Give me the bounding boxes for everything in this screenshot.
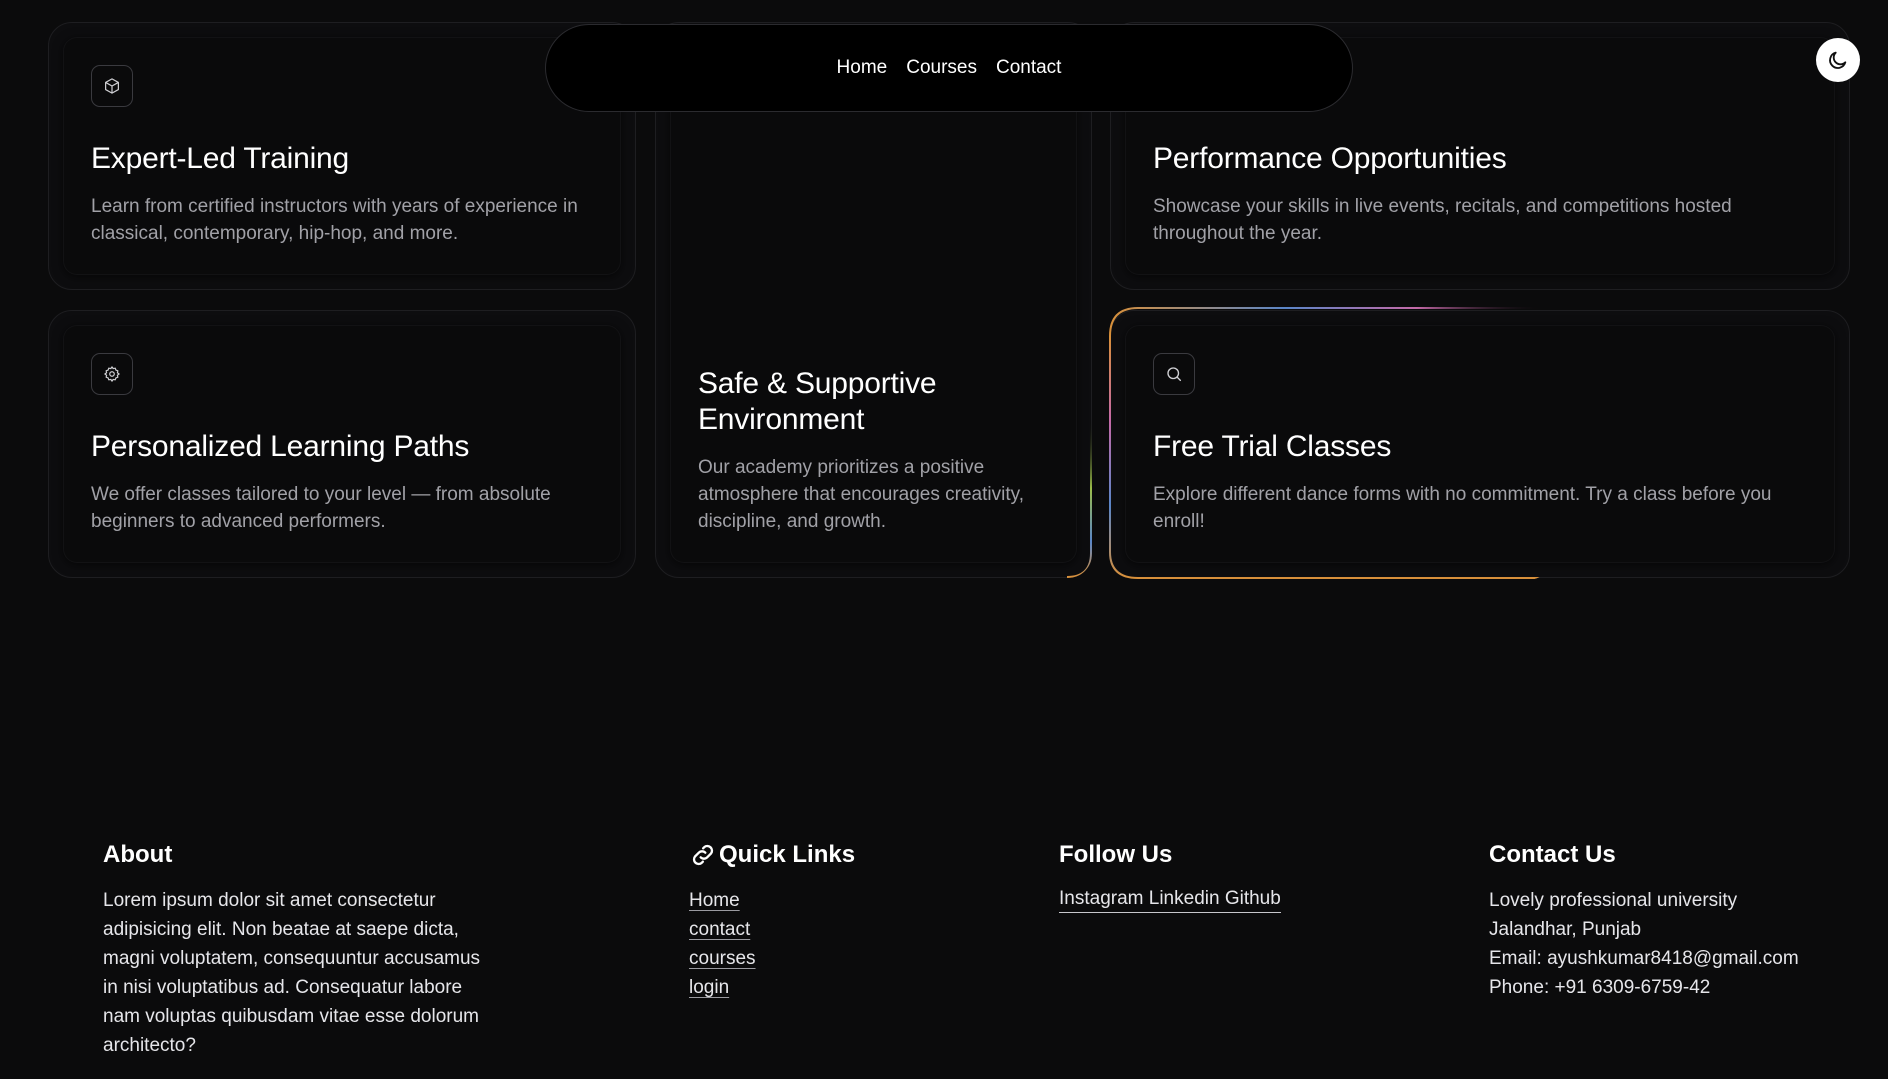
social-links: Instagram Linkedin Github: [1059, 886, 1281, 913]
feature-card-inner: Safe & Supportive Environment Our academ…: [670, 37, 1077, 563]
theme-toggle-button[interactable]: [1816, 38, 1860, 82]
footer-link-contact[interactable]: contact: [689, 915, 750, 944]
search-icon: [1153, 353, 1195, 395]
footer-follow-heading: Follow Us: [1059, 841, 1173, 868]
contact-city-line: Jalandhar, Punjab: [1489, 919, 1642, 940]
quick-links-label: Quick Links: [719, 841, 856, 868]
feature-description: Our academy prioritizes a positive atmos…: [698, 457, 1024, 532]
footer-about-text: Lorem ipsum dolor sit amet consectetur a…: [103, 890, 481, 1056]
feature-description: Learn from certified instructors with ye…: [91, 196, 578, 244]
footer-about-heading: About: [103, 841, 173, 868]
nav-link-courses[interactable]: Courses: [906, 57, 977, 79]
footer-contact-heading: Contact Us: [1489, 841, 1616, 868]
feature-card-inner: Free Trial Classes Explore different dan…: [1125, 325, 1835, 563]
nav-link-home[interactable]: Home: [837, 57, 888, 79]
feature-description: We offer classes tailored to your level …: [91, 484, 551, 532]
feature-card-inner: Personalized Learning Paths We offer cla…: [63, 325, 621, 563]
footer-about: About Lorem ipsum dolor sit amet consect…: [103, 838, 498, 1060]
settings-icon: [91, 353, 133, 395]
contact-phone-line: Phone: +91 6309-6759-42: [1489, 977, 1711, 998]
box-icon: [91, 65, 133, 107]
footer-follow-us: Follow Us Instagram Linkedin Github: [1059, 838, 1359, 913]
link-icon: [692, 844, 714, 866]
feature-description: Showcase your skills in live events, rec…: [1153, 196, 1732, 244]
contact-email-line: Email: ayushkumar8418@gmail.com: [1489, 948, 1799, 969]
footer-link-courses[interactable]: courses: [689, 944, 756, 973]
footer-link-home[interactable]: Home: [689, 886, 740, 915]
feature-description: Explore different dance forms with no co…: [1153, 484, 1772, 532]
footer-link-login[interactable]: login: [689, 973, 729, 1002]
feature-card-personalized-learning: Personalized Learning Paths We offer cla…: [48, 310, 636, 578]
top-navbar: Home Courses Contact: [545, 24, 1353, 112]
social-link-github[interactable]: Github: [1225, 888, 1281, 909]
feature-title: Expert-Led Training: [91, 142, 350, 175]
contact-address-line: Lovely professional university: [1489, 890, 1738, 911]
feature-card-inner: Expert-Led Training Learn from certified…: [63, 37, 621, 275]
feature-card-free-trial: Free Trial Classes Explore different dan…: [1110, 310, 1850, 578]
footer-contact-us: Contact Us Lovely professional universit…: [1489, 838, 1869, 1002]
feature-title: Safe & Supportive Environment: [698, 367, 937, 436]
social-link-linkedin[interactable]: Linkedin: [1149, 888, 1220, 909]
feature-title: Performance Opportunities: [1153, 142, 1507, 175]
feature-title: Personalized Learning Paths: [91, 430, 470, 463]
footer-quick-links: Quick Links Home contact courses login: [689, 838, 939, 1002]
page: Expert-Led Training Learn from certified…: [0, 0, 1888, 1079]
nav-link-contact[interactable]: Contact: [996, 57, 1061, 79]
footer-quick-links-heading: Quick Links: [689, 838, 939, 872]
feature-title: Free Trial Classes: [1153, 430, 1392, 463]
moon-icon: [1829, 51, 1847, 69]
social-link-instagram[interactable]: Instagram: [1059, 888, 1143, 909]
